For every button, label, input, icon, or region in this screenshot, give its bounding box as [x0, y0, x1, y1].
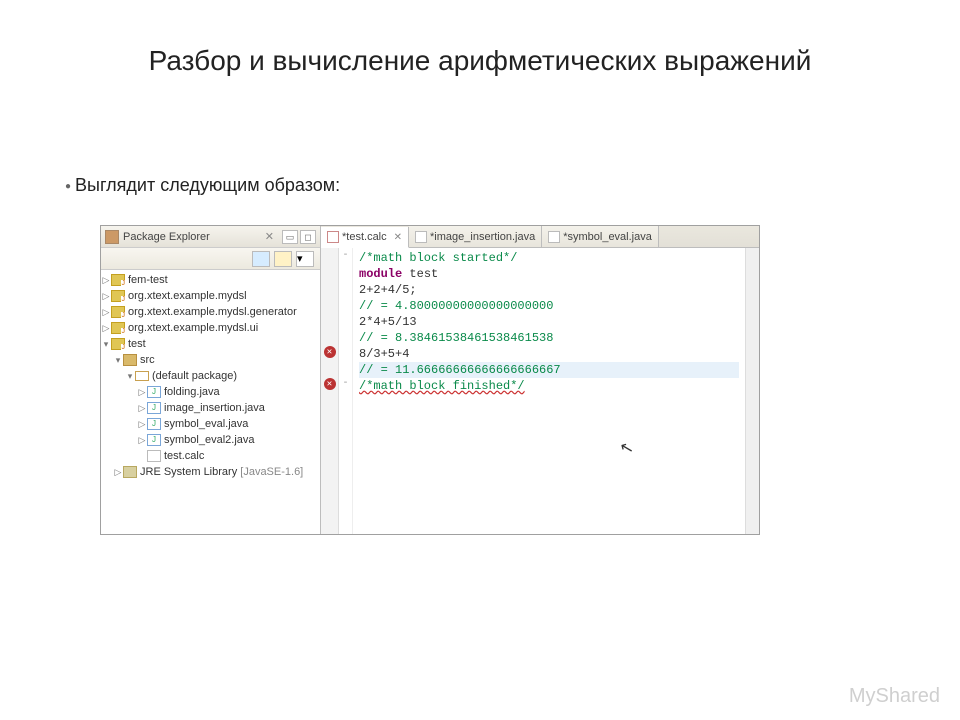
- collapse-all-button[interactable]: [252, 251, 270, 267]
- editor-tab[interactable]: *symbol_eval.java: [542, 226, 659, 247]
- close-icon[interactable]: ✕: [259, 230, 280, 243]
- watermark: MyShared: [849, 685, 940, 708]
- maximize-button[interactable]: ◻: [300, 230, 316, 244]
- link-editor-button[interactable]: [274, 251, 292, 267]
- project-tree[interactable]: ▷fem-test ▷org.xtext.example.mydsl ▷org.…: [101, 270, 320, 534]
- code-content[interactable]: /*math block started*/ module test 2+2+4…: [353, 248, 745, 534]
- tree-project[interactable]: ▷org.xtext.example.mydsl: [101, 288, 320, 304]
- java-file-icon: [415, 231, 427, 243]
- error-marker-icon[interactable]: ✕: [324, 346, 336, 358]
- package-explorer-icon: [105, 230, 119, 244]
- file-icon: [327, 231, 339, 243]
- editor-tabs: *test.calc✕ *image_insertion.java *symbo…: [321, 226, 759, 248]
- minimize-button[interactable]: ▭: [282, 230, 298, 244]
- tree-project[interactable]: ▾test: [101, 336, 320, 352]
- error-gutter: ✕ ✕: [321, 248, 339, 534]
- tree-file[interactable]: ▷folding.java: [101, 384, 320, 400]
- tree-file[interactable]: ▷symbol_eval2.java: [101, 432, 320, 448]
- slide-title: Разбор и вычисление арифметических выраж…: [0, 45, 960, 77]
- tree-file[interactable]: ▷symbol_eval.java: [101, 416, 320, 432]
- close-icon[interactable]: ✕: [390, 232, 402, 243]
- tree-package[interactable]: ▾(default package): [101, 368, 320, 384]
- ide-screenshot: Package Explorer ✕ ▭ ◻ ▾ ▷fem-test ▷org.…: [100, 225, 760, 535]
- tree-file[interactable]: ▷image_insertion.java: [101, 400, 320, 416]
- overview-ruler[interactable]: [745, 248, 759, 534]
- code-editor[interactable]: ✕ ✕ -- /*math block started*/ module tes…: [321, 248, 759, 534]
- package-explorer-toolbar: ▾: [101, 248, 320, 270]
- package-explorer-header: Package Explorer ✕ ▭ ◻: [101, 226, 320, 248]
- tree-project[interactable]: ▷org.xtext.example.mydsl.ui: [101, 320, 320, 336]
- slide-subtitle: Выглядит следующим образом:: [65, 175, 340, 196]
- editor-tab[interactable]: *image_insertion.java: [409, 226, 542, 247]
- tree-file[interactable]: test.calc: [101, 448, 320, 464]
- java-file-icon: [548, 231, 560, 243]
- editor-panel: *test.calc✕ *image_insertion.java *symbo…: [321, 226, 759, 534]
- tree-project[interactable]: ▷fem-test: [101, 272, 320, 288]
- error-marker-icon[interactable]: ✕: [324, 378, 336, 390]
- fold-gutter: --: [339, 248, 353, 534]
- tree-src-folder[interactable]: ▾src: [101, 352, 320, 368]
- package-explorer-title: Package Explorer: [123, 231, 259, 243]
- tree-project[interactable]: ▷org.xtext.example.mydsl.generator: [101, 304, 320, 320]
- view-menu-button[interactable]: ▾: [296, 251, 314, 267]
- package-explorer-panel: Package Explorer ✕ ▭ ◻ ▾ ▷fem-test ▷org.…: [101, 226, 321, 534]
- editor-tab[interactable]: *test.calc✕: [321, 227, 409, 248]
- tree-library[interactable]: ▷JRE System Library [JavaSE-1.6]: [101, 464, 320, 480]
